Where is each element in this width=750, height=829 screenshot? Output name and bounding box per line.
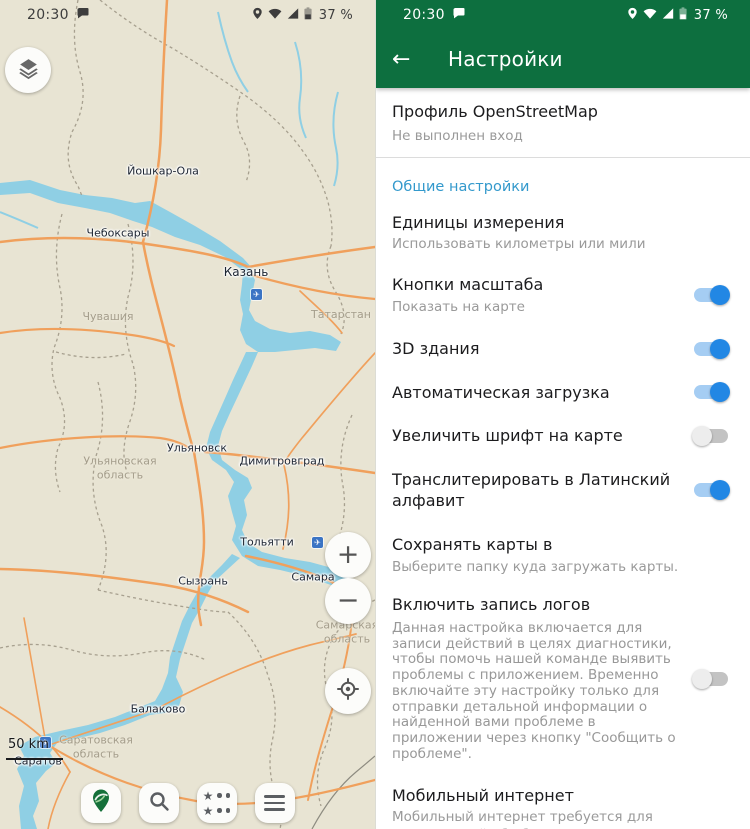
- my-location-button[interactable]: [325, 668, 371, 714]
- setting-title: Кнопки масштаба: [392, 274, 680, 296]
- minus-icon: −: [337, 587, 360, 614]
- zoom-in-button[interactable]: +: [325, 532, 371, 578]
- region-label: Ульяновская область: [76, 454, 164, 482]
- settings-header: 20:30: [376, 0, 750, 88]
- setting-title: Включить запись логов: [392, 594, 680, 616]
- city-label: Балаково: [131, 703, 186, 716]
- battery-percent: 37 %: [319, 8, 353, 23]
- airport-icon[interactable]: ✈: [312, 537, 323, 548]
- back-button[interactable]: ←: [392, 47, 422, 72]
- layers-icon: [16, 56, 41, 85]
- setting-subtitle: Мобильный интернет требуется для уведомл…: [392, 809, 714, 829]
- cell-signal-icon: [287, 7, 299, 23]
- setting-row-transliterate[interactable]: Транслитерировать в Латинский алфавит: [376, 458, 750, 523]
- setting-title: Автоматическая загрузка: [392, 382, 680, 404]
- profile-subtitle: Не выполнен вход: [392, 127, 734, 145]
- search-icon: [147, 789, 171, 817]
- setting-title: Транслитерировать в Латинский алфавит: [392, 469, 680, 512]
- menu-button[interactable]: [255, 783, 295, 823]
- map-toolbar: ★ ★: [0, 783, 375, 823]
- toggle-switch[interactable]: [694, 342, 728, 356]
- city-label: Чебоксары: [87, 227, 150, 240]
- navigation-button[interactable]: [81, 783, 121, 823]
- region-label: Саратовская область: [53, 733, 139, 761]
- setting-title: Сохранять карты в: [392, 534, 714, 556]
- map-scale-bar: [6, 758, 63, 760]
- hamburger-icon: [264, 795, 285, 811]
- chat-bubble-icon: [77, 7, 89, 23]
- setting-row-3d-buildings[interactable]: 3D здания: [376, 327, 750, 371]
- region-label: Татарстан: [311, 308, 371, 322]
- location-icon: [252, 7, 263, 24]
- setting-subtitle: Выберите папку куда загружать карты.: [392, 559, 714, 577]
- chat-bubble-icon: [453, 7, 465, 23]
- setting-row-large-font[interactable]: Увеличить шрифт на карте: [376, 414, 750, 458]
- setting-title: Единицы измерения: [392, 212, 714, 234]
- city-label: Йошкар-Ола: [127, 165, 199, 178]
- status-bar-left: 20:30 37 %: [0, 0, 375, 30]
- section-header: Общие настройки: [376, 158, 750, 203]
- setting-subtitle: Показать на карте: [392, 299, 680, 317]
- layers-button[interactable]: [5, 47, 51, 93]
- page-title: Настройки: [448, 47, 563, 71]
- city-label: Сызрань: [178, 575, 228, 588]
- setting-row-save-maps[interactable]: Сохранять карты в Выберите папку куда за…: [376, 523, 750, 584]
- navigation-pin-icon: [88, 788, 114, 818]
- map-canvas[interactable]: [0, 0, 375, 829]
- screenshot-root: Йошкар-Ола Чебоксары Казань Ульяновск Ди…: [0, 0, 750, 829]
- setting-row-logging[interactable]: Включить запись логов Данная настройка в…: [376, 584, 750, 773]
- setting-row-mobile-internet[interactable]: Мобильный интернет Мобильный интернет тр…: [376, 773, 750, 829]
- setting-title: Увеличить шрифт на карте: [392, 425, 680, 447]
- toggle-switch[interactable]: [694, 429, 728, 443]
- setting-row-zoom-buttons[interactable]: Кнопки масштаба Показать на карте: [376, 263, 750, 327]
- city-label: Ульяновск: [167, 442, 227, 455]
- wifi-icon: [643, 7, 657, 23]
- map-scale-label: 50 km: [8, 737, 49, 752]
- setting-subtitle: Данная настройка включается для записи д…: [392, 621, 680, 763]
- settings-pane: 20:30: [375, 0, 750, 829]
- plus-icon: +: [337, 541, 360, 568]
- battery-icon: [304, 7, 312, 24]
- profile-row[interactable]: Профиль OpenStreetMap Не выполнен вход: [376, 88, 750, 157]
- stars-list-icon: ★ ★: [203, 791, 231, 816]
- zoom-out-button[interactable]: −: [325, 578, 371, 624]
- setting-subtitle: Использовать километры или мили: [392, 236, 714, 254]
- toggle-switch[interactable]: [694, 385, 728, 399]
- setting-title: 3D здания: [392, 338, 680, 360]
- target-icon: [335, 676, 361, 706]
- battery-percent: 37 %: [694, 8, 728, 23]
- wifi-icon: [268, 7, 282, 23]
- location-icon: [627, 7, 638, 24]
- toggle-switch[interactable]: [694, 672, 728, 686]
- search-button[interactable]: [139, 783, 179, 823]
- city-label: Казань: [224, 265, 269, 279]
- status-bar-right: 20:30: [376, 0, 750, 30]
- app-bar: ← Настройки: [376, 30, 750, 88]
- profile-title: Профиль OpenStreetMap: [392, 101, 734, 123]
- setting-row-units[interactable]: Единицы измерения Использовать километры…: [376, 203, 750, 263]
- map-pane: Йошкар-Ола Чебоксары Казань Ульяновск Ди…: [0, 0, 375, 829]
- setting-row-auto-download[interactable]: Автоматическая загрузка: [376, 371, 750, 415]
- cell-signal-icon: [662, 7, 674, 23]
- city-label: Самара: [291, 571, 334, 584]
- city-label: Тольятти: [240, 536, 294, 549]
- toggle-switch[interactable]: [694, 288, 728, 302]
- clock: 20:30: [27, 7, 69, 23]
- setting-title: Мобильный интернет: [392, 785, 714, 807]
- clock: 20:30: [403, 7, 445, 23]
- region-label: Чувашия: [82, 310, 133, 324]
- battery-icon: [679, 7, 687, 24]
- city-label: Димитровград: [240, 455, 325, 468]
- airport-icon[interactable]: ✈: [251, 289, 262, 300]
- settings-list: Профиль OpenStreetMap Не выполнен вход О…: [376, 88, 750, 829]
- toggle-switch[interactable]: [694, 483, 728, 497]
- my-places-button[interactable]: ★ ★: [197, 783, 237, 823]
